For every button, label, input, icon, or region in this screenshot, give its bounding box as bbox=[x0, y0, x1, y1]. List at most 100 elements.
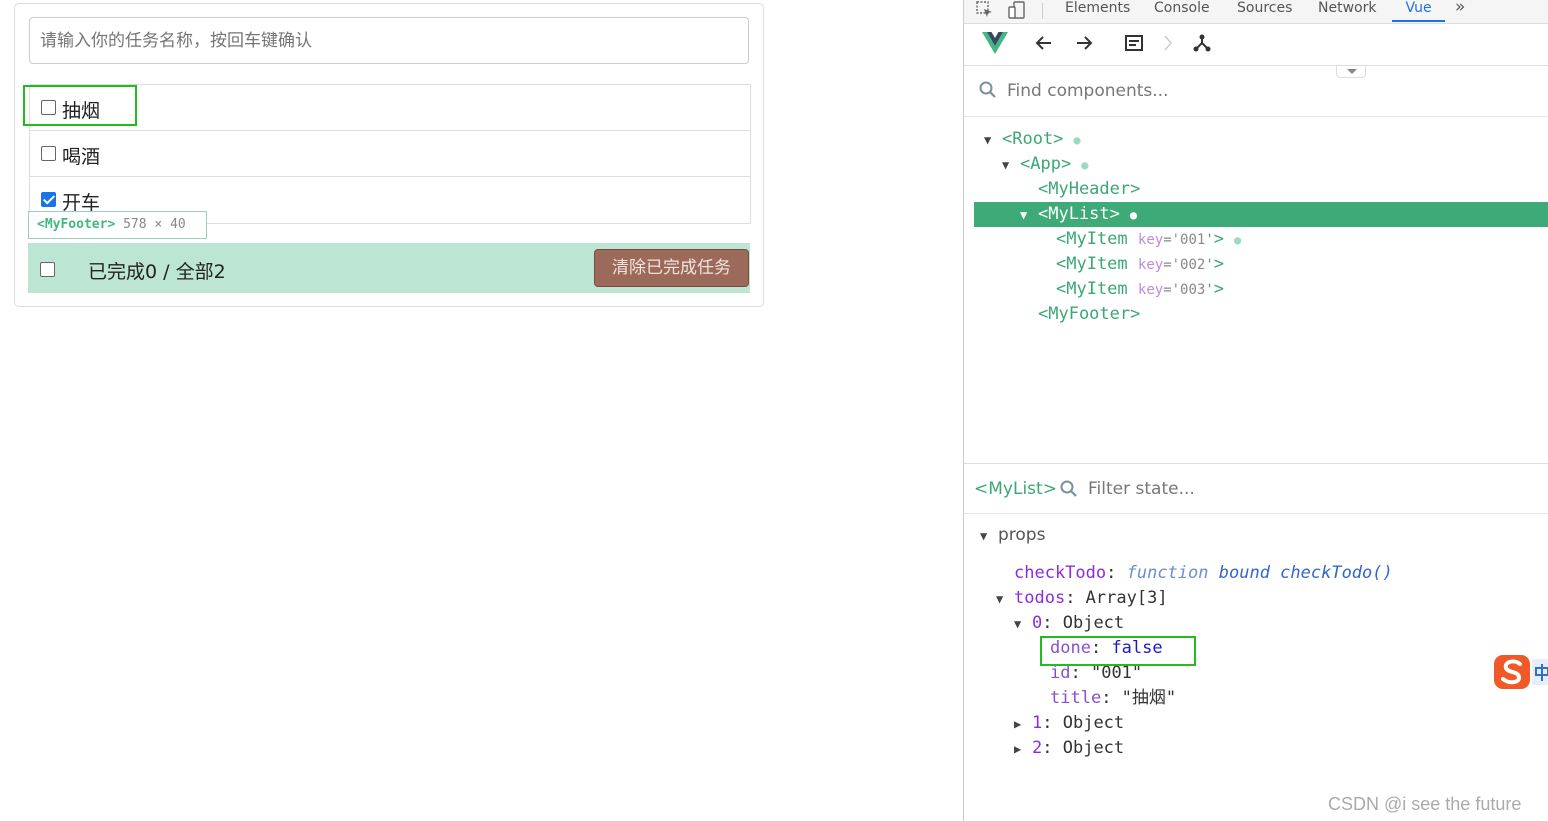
todo-checkbox[interactable] bbox=[41, 146, 56, 161]
todo-footer: 已完成0 / 全部2 清除已完成任务 bbox=[28, 243, 750, 293]
key-attr: key bbox=[1137, 257, 1164, 273]
tab-console[interactable]: Console bbox=[1154, 0, 1210, 16]
tab-elements[interactable]: Elements bbox=[1065, 0, 1130, 16]
tooltip-tag: MyFooter bbox=[44, 217, 108, 232]
devtools-tab-bar: Elements Console Sources Network Vue » bbox=[964, 0, 1548, 24]
vue-logo-icon bbox=[982, 32, 1008, 58]
todo-list: 抽烟 喝酒 开车 bbox=[29, 84, 751, 224]
highlight-box bbox=[23, 85, 137, 126]
tree-node-mylist[interactable]: ▼ <MyList> ● bbox=[974, 202, 1548, 227]
tree-node-label: <MyFooter> bbox=[1038, 304, 1141, 324]
expanded-arrow-icon[interactable]: ▼ bbox=[984, 128, 1002, 153]
inspect-element-icon[interactable] bbox=[976, 1, 994, 23]
watermark: CSDN @i see the future bbox=[1328, 794, 1522, 814]
search-icon bbox=[1060, 480, 1078, 502]
props-section-header[interactable]: ▼ props bbox=[980, 523, 1045, 548]
todo-item[interactable]: 抽烟 bbox=[30, 85, 750, 131]
key-value: ='001' bbox=[1163, 232, 1214, 248]
key-value: ='002' bbox=[1163, 257, 1214, 273]
tab-divider bbox=[1042, 3, 1043, 19]
key-value: ='003' bbox=[1163, 282, 1214, 298]
component-tree: ▼ <Root> ● ▼ <App> ● <MyHeader> ▼ <MyList> ● <… bbox=[964, 127, 1548, 337]
tree-node-root[interactable]: ▼ <Root> ● bbox=[984, 127, 1081, 152]
todo-checkbox-checked[interactable] bbox=[41, 192, 56, 207]
components-view-icon[interactable] bbox=[1124, 33, 1144, 58]
tree-node-myitem[interactable]: <MyItem key='002'> bbox=[1056, 252, 1224, 277]
search-icon bbox=[979, 81, 997, 103]
prop-key: 1 bbox=[1032, 713, 1043, 733]
prop-value: Object bbox=[1062, 738, 1125, 758]
collapse-toggle-icon[interactable] bbox=[1336, 66, 1366, 78]
find-components-input[interactable]: Find components... bbox=[1007, 81, 1168, 101]
prop-row-item1[interactable]: ▶ 1: Object bbox=[1014, 711, 1124, 736]
expanded-arrow-icon[interactable]: ▼ bbox=[1020, 203, 1038, 228]
collapsed-arrow-icon[interactable]: ▶ bbox=[1014, 712, 1032, 737]
key-attr: key bbox=[1137, 232, 1164, 248]
selected-component-label: <MyList> bbox=[974, 479, 1057, 499]
expanded-arrow-icon[interactable]: ▼ bbox=[980, 524, 998, 549]
tree-node-label: <MyList> bbox=[1038, 204, 1120, 224]
ime-logo-icon bbox=[1492, 653, 1548, 691]
todo-item[interactable]: 喝酒 bbox=[30, 131, 750, 177]
tree-node-myitem[interactable]: <MyItem key='003'> bbox=[1056, 277, 1224, 302]
expanded-arrow-icon[interactable]: ▼ bbox=[996, 587, 1014, 612]
collapsed-arrow-icon[interactable]: ▶ bbox=[1014, 737, 1032, 762]
tag-close: > bbox=[1213, 229, 1225, 249]
find-components-row: Find components... bbox=[964, 66, 1548, 117]
prop-value: Object bbox=[1062, 713, 1125, 733]
select-all-checkbox[interactable] bbox=[40, 262, 55, 277]
prop-row-item0[interactable]: ▼ 0: Object bbox=[1014, 611, 1124, 636]
tree-node-label: <Root> bbox=[1002, 129, 1064, 149]
component-size-tooltip: <MyFooter> 578 × 40 bbox=[28, 211, 207, 239]
back-arrow-icon[interactable] bbox=[1034, 33, 1054, 58]
component-tree-icon[interactable] bbox=[1192, 33, 1212, 58]
tree-node-label: <App> bbox=[1020, 154, 1072, 174]
more-tabs-icon[interactable]: » bbox=[1455, 0, 1465, 17]
tag-close: > bbox=[1213, 254, 1225, 274]
task-name-input[interactable] bbox=[29, 17, 749, 64]
dot-icon: ● bbox=[1073, 133, 1081, 147]
prop-key: checkTodo bbox=[1014, 563, 1107, 583]
tree-node-myheader[interactable]: <MyHeader> bbox=[1020, 177, 1140, 202]
tab-vue[interactable]: Vue bbox=[1392, 0, 1445, 22]
expanded-arrow-icon[interactable]: ▼ bbox=[1002, 153, 1020, 178]
prop-fn-keyword: function bbox=[1126, 563, 1209, 583]
prop-value: Array[3] bbox=[1085, 588, 1168, 608]
prop-row-checktodo[interactable]: checkTodo: function bound checkTodo() bbox=[1014, 561, 1393, 586]
tooltip-size: 578 × 40 bbox=[123, 217, 186, 232]
tree-node-label: <MyItem bbox=[1056, 279, 1128, 299]
chevron-right-icon bbox=[1162, 33, 1174, 58]
filter-state-input[interactable]: Filter state... bbox=[1088, 479, 1195, 499]
key-attr: key bbox=[1137, 282, 1164, 298]
prop-value[interactable]: "抽烟" bbox=[1122, 688, 1176, 708]
tree-node-app[interactable]: ▼ <App> ● bbox=[1002, 152, 1088, 177]
footer-status: 已完成0 / 全部2 bbox=[88, 261, 226, 283]
prop-key: 0 bbox=[1032, 613, 1043, 633]
prop-row-item2[interactable]: ▶ 2: Object bbox=[1014, 736, 1124, 761]
tree-node-label: <MyHeader> bbox=[1038, 179, 1141, 199]
todo-label: 喝酒 bbox=[62, 146, 101, 168]
forward-arrow-icon[interactable] bbox=[1074, 33, 1094, 58]
dot-icon: ● bbox=[1234, 233, 1242, 247]
prop-row-title[interactable]: title: "抽烟" bbox=[1050, 686, 1176, 711]
prop-key: todos bbox=[1014, 588, 1066, 608]
tab-network[interactable]: Network bbox=[1318, 0, 1376, 16]
device-toolbar-icon[interactable] bbox=[1008, 1, 1026, 23]
state-filter-bar: <MyList> Filter state... bbox=[964, 463, 1548, 514]
tree-node-label: <MyItem bbox=[1056, 254, 1128, 274]
highlight-box bbox=[1040, 636, 1196, 666]
devtools-panel: Elements Console Sources Network Vue » F… bbox=[963, 0, 1548, 821]
clear-done-button[interactable]: 清除已完成任务 bbox=[594, 249, 749, 287]
prop-value[interactable]: "001" bbox=[1091, 663, 1142, 683]
tab-sources[interactable]: Sources bbox=[1237, 0, 1292, 16]
tree-node-myitem[interactable]: <MyItem key='001'> ● bbox=[1056, 227, 1241, 252]
props-title: props bbox=[998, 525, 1046, 545]
tree-node-myfooter[interactable]: <MyFooter> bbox=[1020, 302, 1140, 327]
prop-key: title bbox=[1050, 688, 1102, 708]
prop-value: Object bbox=[1062, 613, 1125, 633]
prop-key: id bbox=[1050, 663, 1071, 683]
prop-row-todos[interactable]: ▼ todos: Array[3] bbox=[996, 586, 1168, 611]
expanded-arrow-icon[interactable]: ▼ bbox=[1014, 612, 1032, 637]
vue-toolbar bbox=[964, 25, 1548, 66]
tree-node-label: <MyItem bbox=[1056, 229, 1128, 249]
